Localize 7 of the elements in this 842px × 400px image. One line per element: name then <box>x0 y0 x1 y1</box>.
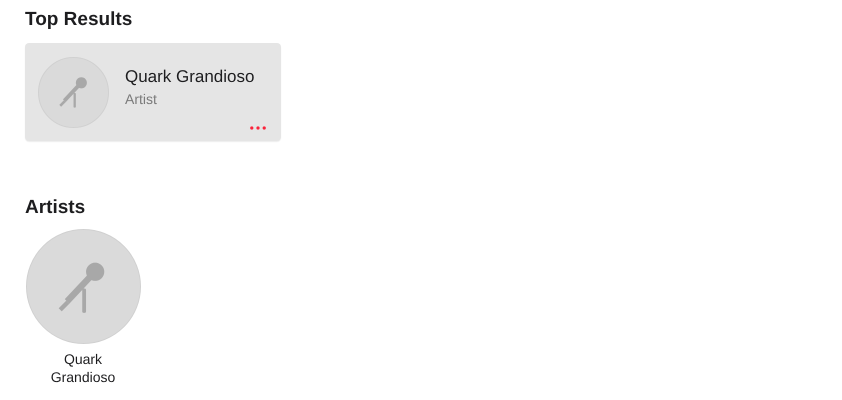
artist-name[interactable]: Quark Grandioso <box>43 350 123 386</box>
section-heading: Artists <box>25 196 86 220</box>
result-type: Artist <box>125 91 158 107</box>
result-card[interactable]: Quark Grandioso Artist <box>25 43 281 141</box>
artist-name: Quark Grandioso <box>125 67 254 87</box>
more-icon[interactable] <box>250 126 266 130</box>
section-heading: Top Results <box>25 8 134 32</box>
